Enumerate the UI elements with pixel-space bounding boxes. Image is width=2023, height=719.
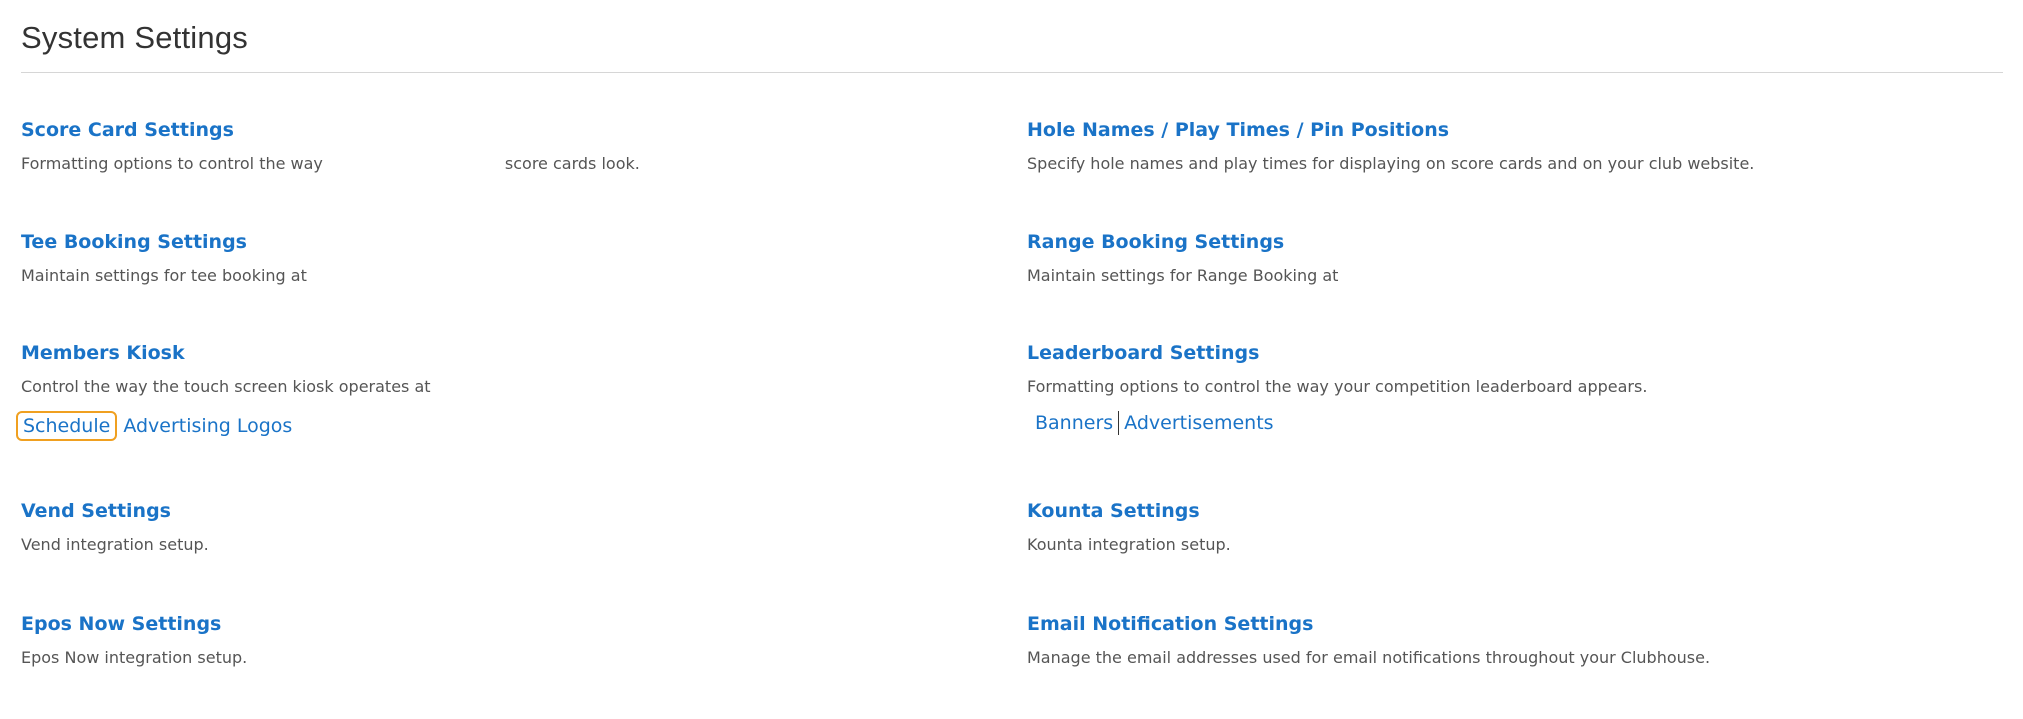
- leaderboard-sublinks: Banners Advertisements: [1035, 411, 1647, 435]
- score-card-settings-section: Score Card Settings Formatting options t…: [21, 118, 640, 174]
- banners-link[interactable]: Banners: [1035, 411, 1113, 435]
- members-kiosk-sublinks: Schedule Advertising Logos: [16, 411, 431, 441]
- epos-now-settings-section: Epos Now Settings Epos Now integration s…: [21, 612, 247, 668]
- hole-names-description: Specify hole names and play times for di…: [1027, 154, 1755, 173]
- epos-now-settings-description: Epos Now integration setup.: [21, 648, 248, 667]
- kounta-settings-section: Kounta Settings Kounta integration setup…: [1027, 499, 1231, 555]
- tee-booking-settings-description: Maintain settings for tee booking at: [21, 266, 307, 285]
- vend-settings-description: Vend integration setup.: [21, 535, 209, 554]
- link-separator: [1118, 411, 1120, 435]
- members-kiosk-description: Control the way the touch screen kiosk o…: [21, 377, 431, 396]
- members-kiosk-section: Members Kiosk Control the way the touch …: [16, 341, 431, 441]
- hole-names-section: Hole Names / Play Times / Pin Positions …: [1027, 118, 1754, 174]
- score-card-settings-description-part2: score cards look.: [504, 154, 640, 173]
- vend-settings-section: Vend Settings Vend integration setup.: [21, 499, 209, 555]
- kounta-settings-description: Kounta integration setup.: [1027, 535, 1231, 554]
- leaderboard-settings-link[interactable]: Leaderboard Settings: [1027, 341, 1647, 365]
- range-booking-settings-section: Range Booking Settings Maintain settings…: [1027, 230, 1338, 286]
- page-title: System Settings: [21, 20, 248, 55]
- advertising-logos-link[interactable]: Advertising Logos: [123, 414, 292, 438]
- hole-names-play-times-pin-positions-link[interactable]: Hole Names / Play Times / Pin Positions: [1027, 118, 1754, 142]
- kounta-settings-link[interactable]: Kounta Settings: [1027, 499, 1231, 523]
- email-notification-settings-description: Manage the email addresses used for emai…: [1027, 648, 1711, 667]
- leaderboard-settings-section: Leaderboard Settings Formatting options …: [1027, 341, 1647, 435]
- range-booking-settings-link[interactable]: Range Booking Settings: [1027, 230, 1338, 254]
- range-booking-settings-description: Maintain settings for Range Booking at: [1027, 266, 1339, 285]
- epos-now-settings-link[interactable]: Epos Now Settings: [21, 612, 247, 636]
- email-notification-settings-section: Email Notification Settings Manage the e…: [1027, 612, 1710, 668]
- vend-settings-link[interactable]: Vend Settings: [21, 499, 209, 523]
- score-card-settings-link[interactable]: Score Card Settings: [21, 118, 640, 142]
- tee-booking-settings-section: Tee Booking Settings Maintain settings f…: [21, 230, 307, 286]
- members-kiosk-link[interactable]: Members Kiosk: [21, 341, 431, 365]
- leaderboard-settings-description: Formatting options to control the way yo…: [1027, 377, 1648, 396]
- title-divider: [21, 72, 2003, 73]
- system-settings-page: System Settings Score Card Settings Form…: [0, 0, 2023, 719]
- email-notification-settings-link[interactable]: Email Notification Settings: [1027, 612, 1710, 636]
- schedule-link[interactable]: Schedule: [16, 411, 118, 441]
- tee-booking-settings-link[interactable]: Tee Booking Settings: [21, 230, 307, 254]
- score-card-settings-description: Formatting options to control the way sco…: [21, 154, 640, 174]
- score-card-settings-description-part1: Formatting options to control the way: [21, 154, 323, 173]
- advertisements-link[interactable]: Advertisements: [1124, 411, 1273, 435]
